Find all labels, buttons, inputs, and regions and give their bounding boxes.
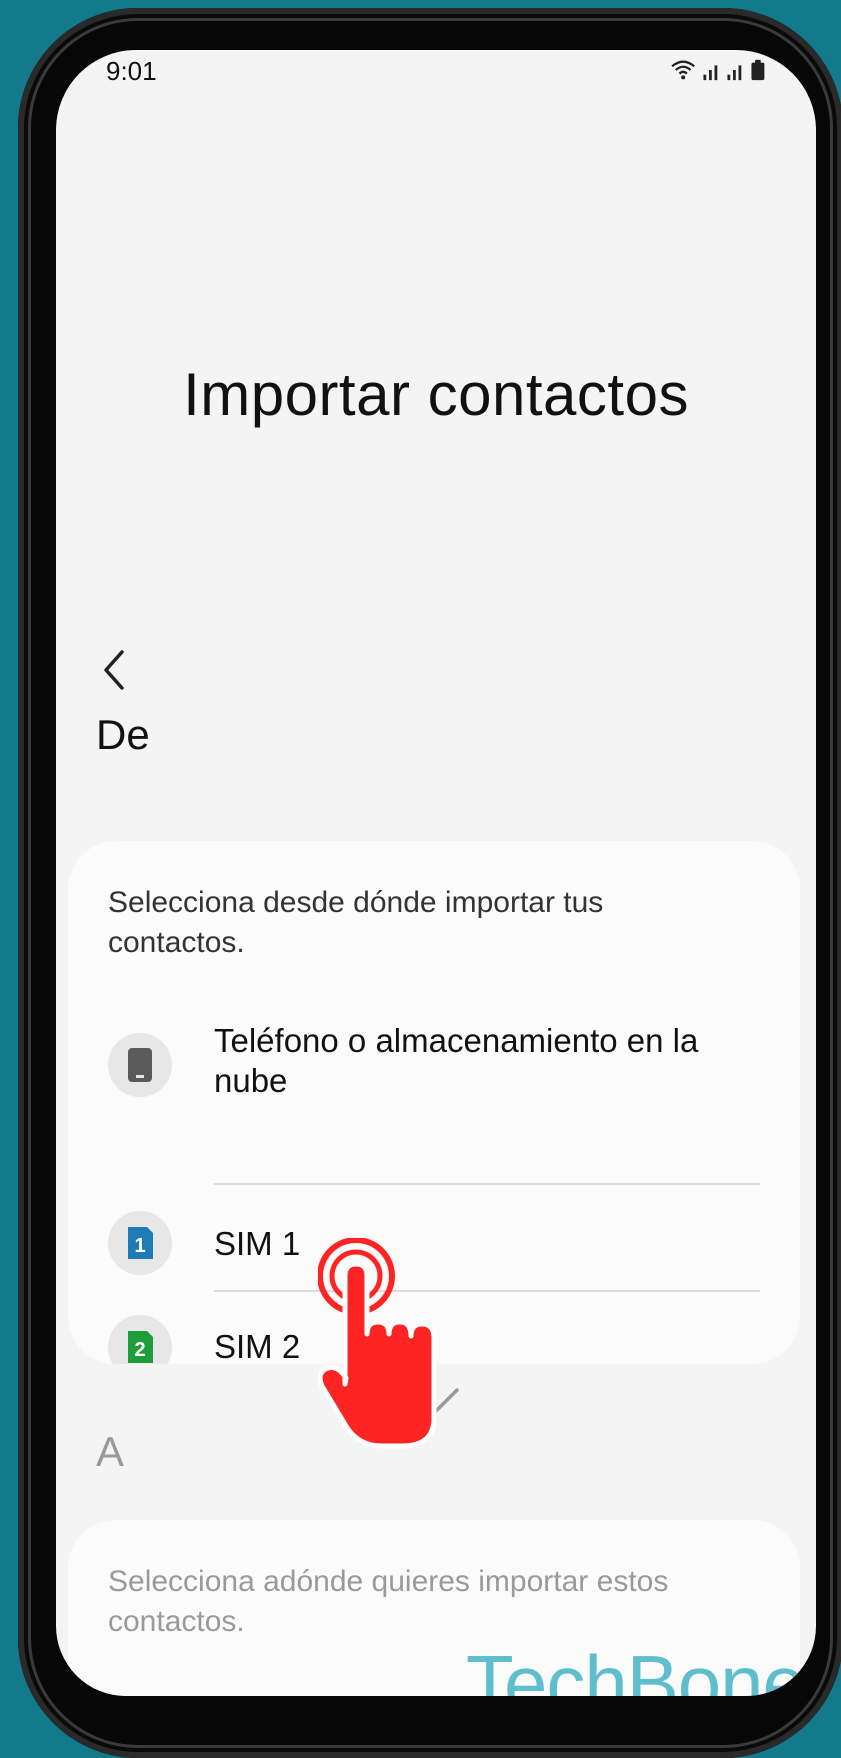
back-button[interactable] — [90, 640, 140, 700]
phone-icon — [128, 1048, 152, 1082]
watermark-techbone: TechBone — [466, 1639, 806, 1696]
signal-icon-2 — [727, 65, 742, 81]
phone-screen: 9:01 Importar contactos De Selecciona de… — [56, 50, 816, 1696]
wifi-icon — [671, 60, 695, 75]
sim1-icon-bg: 1 — [108, 1211, 172, 1275]
divider — [214, 1290, 760, 1292]
battery-icon — [751, 59, 765, 81]
status-bar: 9:01 — [56, 50, 816, 90]
option-label-sim2: SIM 2 — [214, 1328, 301, 1364]
sim1-icon: 1 — [128, 1227, 153, 1259]
from-description: Selecciona desde dónde importar tus cont… — [108, 886, 604, 959]
sim2-icon: 2 — [128, 1331, 153, 1363]
from-section-header: De — [96, 711, 150, 758]
svg-text:1: 1 — [134, 1235, 145, 1257]
tap-hand-icon — [318, 1238, 437, 1449]
svg-text:2: 2 — [134, 1339, 145, 1361]
option-label-phone-cloud: Teléfono o almacenamiento en la nube — [214, 1022, 699, 1099]
to-description: Selecciona adónde quieres importar estos… — [108, 1565, 669, 1638]
phone-icon-bg — [108, 1033, 172, 1097]
divider — [214, 1183, 760, 1185]
status-time: 9:01 — [106, 56, 157, 86]
sim2-icon-bg: 2 — [108, 1315, 172, 1364]
to-section-header: A — [96, 1428, 125, 1475]
option-label-sim1: SIM 1 — [214, 1225, 301, 1262]
option-phone-cloud[interactable]: Teléfono o almacenamiento en la nube — [68, 1021, 800, 1141]
page-title: Importar contactos — [183, 361, 689, 428]
status-icons — [671, 59, 765, 81]
chevron-left-icon — [104, 650, 124, 690]
signal-icon-1 — [703, 65, 718, 81]
